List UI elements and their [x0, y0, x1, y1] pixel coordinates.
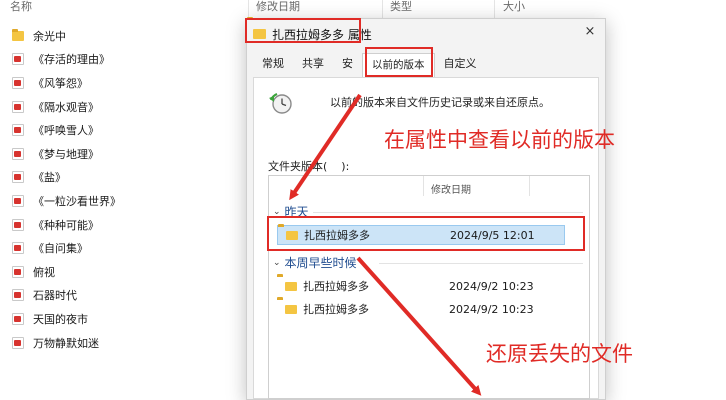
document-icon — [12, 242, 24, 255]
file-row[interactable]: 《梦与地理》 — [12, 142, 242, 166]
document-icon — [12, 100, 24, 113]
file-name: 《自问集》 — [33, 242, 88, 256]
file-name: 《梦与地理》 — [33, 147, 99, 161]
file-row[interactable]: 《隔水观音》 — [12, 95, 242, 119]
file-row[interactable]: 《存活的理由》 — [12, 48, 242, 72]
document-icon — [12, 265, 24, 278]
document-icon — [12, 336, 24, 349]
restore-clock-icon — [269, 92, 292, 114]
file-name: 《一粒沙看世界》 — [33, 194, 121, 208]
file-row[interactable]: 《种种可能》 — [12, 213, 242, 237]
folder-icon — [285, 304, 297, 314]
file-name: 俯视 — [33, 265, 55, 279]
group-label: 本周早些时候 — [284, 256, 357, 270]
file-name: 余光中 — [33, 29, 66, 43]
dialog-title: 扎西拉姆多多 属性 — [272, 27, 372, 42]
file-list: 余光中 《存活的理由》 《风筝怨》 《隔水观音》 《呼唤雪人》 《梦与地理》 《… — [12, 24, 242, 354]
folder-icon — [253, 29, 266, 39]
file-row[interactable]: 天国的夜市 — [12, 307, 242, 331]
column-header-modified[interactable]: 修改日期 — [431, 181, 471, 196]
column-header-name[interactable]: 名称 — [10, 0, 32, 20]
tab-sharing[interactable]: 共享 — [293, 55, 333, 77]
version-row[interactable]: 扎西拉姆多多 2024/9/2 10:23 — [277, 299, 565, 319]
file-row[interactable]: 石器时代 — [12, 284, 242, 308]
document-icon — [12, 53, 24, 66]
file-row[interactable]: 《盐》 — [12, 166, 242, 190]
document-icon — [12, 289, 24, 302]
folder-icon — [286, 230, 298, 240]
annotation-view-previous-versions: 在属性中查看以前的版本 — [384, 128, 615, 152]
version-row[interactable]: 扎西拉姆多多 2024/9/5 12:01 — [277, 225, 565, 245]
file-row[interactable]: 余光中 — [12, 24, 242, 48]
file-name: 石器时代 — [33, 289, 77, 303]
document-icon — [12, 76, 24, 89]
tab-general[interactable]: 常规 — [253, 55, 293, 77]
document-icon — [12, 218, 24, 231]
version-date: 2024/9/2 10:23 — [449, 279, 534, 293]
file-row[interactable]: 《自问集》 — [12, 236, 242, 260]
file-name: 《呼唤雪人》 — [33, 124, 99, 138]
file-row[interactable]: 《风筝怨》 — [12, 71, 242, 95]
file-name: 《存活的理由》 — [33, 53, 110, 67]
version-name: 扎西拉姆多多 — [304, 229, 370, 242]
column-divider — [423, 176, 424, 196]
document-icon — [12, 124, 24, 137]
file-name: 天国的夜市 — [33, 312, 88, 326]
group-label: 昨天 — [284, 205, 309, 219]
group-header-earlier-this-week[interactable]: ⌄ 本周早些时候 — [273, 254, 357, 271]
folder-icon — [12, 28, 24, 41]
folder-icon — [285, 281, 297, 291]
file-row[interactable]: 万物静默如迷 — [12, 331, 242, 355]
tab-customize[interactable]: 自定义 — [435, 55, 486, 77]
close-icon[interactable]: × — [583, 25, 597, 39]
version-date: 2024/9/5 12:01 — [450, 228, 535, 242]
column-header-modified[interactable]: 修改日期 — [256, 0, 300, 20]
tab-security[interactable]: 安 — [333, 55, 362, 77]
previous-versions-description: 以前的版本来自文件历史记录或来自还原点。 — [330, 96, 550, 109]
document-icon — [12, 147, 24, 160]
tab-previous-versions[interactable]: 以前的版本 — [362, 53, 435, 77]
column-divider — [494, 0, 495, 20]
version-date: 2024/9/2 10:23 — [449, 302, 534, 316]
document-icon — [12, 171, 24, 184]
annotation-restore-lost-files: 还原丢失的文件 — [486, 342, 633, 366]
chevron-down-icon: ⌄ — [273, 257, 281, 268]
group-divider — [313, 212, 583, 213]
version-row[interactable]: 扎西拉姆多多 2024/9/2 10:23 — [277, 276, 565, 296]
file-name: 《隔水观音》 — [33, 100, 99, 114]
group-header-yesterday[interactable]: ⌄ 昨天 — [273, 203, 309, 220]
version-name: 扎西拉姆多多 — [303, 280, 369, 293]
file-name: 《风筝怨》 — [33, 76, 88, 90]
dialog-titlebar[interactable]: 扎西拉姆多多 属性 — [247, 19, 605, 49]
column-header-type[interactable]: 类型 — [390, 0, 412, 20]
column-header-size[interactable]: 大小 — [503, 0, 525, 20]
chevron-down-icon: ⌄ — [273, 206, 281, 217]
version-name: 扎西拉姆多多 — [303, 303, 369, 316]
group-divider — [379, 263, 583, 264]
tab-strip: 常规 共享 安 以前的版本 自定义 — [253, 53, 486, 77]
column-divider — [382, 0, 383, 20]
document-icon — [12, 194, 24, 207]
file-row[interactable]: 《一粒沙看世界》 — [12, 189, 242, 213]
document-icon — [12, 312, 24, 325]
folder-versions-label: 文件夹版本(): — [268, 160, 350, 173]
file-row[interactable]: 俯视 — [12, 260, 242, 284]
column-divider — [529, 176, 530, 196]
file-row[interactable]: 《呼唤雪人》 — [12, 118, 242, 142]
file-name: 万物静默如迷 — [33, 336, 99, 350]
file-name: 《盐》 — [33, 171, 66, 185]
file-name: 《种种可能》 — [33, 218, 99, 232]
